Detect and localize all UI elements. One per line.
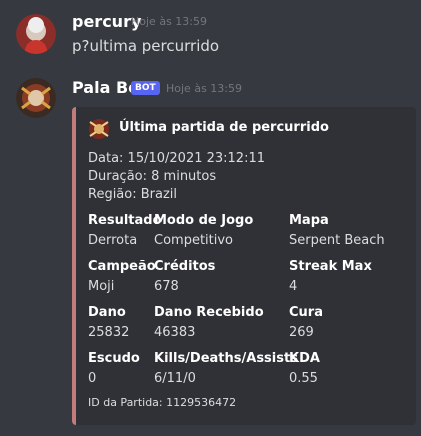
field-name-streak-max: Streak Max [289, 259, 372, 274]
embed-footer: ID da Partida: 1129536472 [88, 396, 237, 409]
user-avatar-icon[interactable] [16, 14, 56, 54]
match-date: Data: 15/10/2021 23:12:11 [88, 151, 265, 166]
bot-badge: BOT [131, 81, 160, 95]
field-name-kda-stats: Kills/Deaths/Assists [154, 351, 298, 366]
field-name-map: Mapa [289, 213, 329, 228]
field-value-game-mode: Competitivo [154, 233, 234, 248]
field-value-shield: 0 [88, 371, 97, 386]
field-name-result: Resultado [88, 213, 162, 228]
field-name-damage: Dano [88, 305, 126, 320]
embed-accent-bar [72, 107, 76, 425]
field-name-game-mode: Modo de Jogo [154, 213, 254, 228]
message-content: p?ultima percurrido [72, 37, 220, 55]
match-duration: Duração: 8 minutos [88, 169, 217, 184]
field-name-champion: Campeão [88, 259, 156, 274]
field-name-healing: Cura [289, 305, 323, 320]
field-name-damage-taken: Dano Recebido [154, 305, 264, 320]
field-value-healing: 269 [289, 325, 314, 340]
field-value-champion: Moji [88, 279, 115, 294]
field-value-damage: 25832 [88, 325, 130, 340]
paladins-emblem-icon [88, 118, 110, 140]
field-name-kda: KDA [289, 351, 320, 366]
field-value-kda: 0.55 [289, 371, 318, 386]
field-value-credits: 678 [154, 279, 179, 294]
match-region: Região: Brazil [88, 187, 178, 202]
embed-title[interactable]: Última partida de percurrido [119, 119, 329, 137]
field-value-damage-taken: 46383 [154, 325, 196, 340]
field-value-streak-max: 4 [289, 279, 298, 294]
message-timestamp: Hoje às 13:59 [131, 15, 207, 28]
message-timestamp: Hoje às 13:59 [166, 82, 242, 95]
field-name-shield: Escudo [88, 351, 140, 366]
field-value-kda-stats: 6/11/0 [154, 371, 196, 386]
bot-avatar-icon[interactable] [16, 78, 56, 118]
field-name-credits: Créditos [154, 259, 216, 274]
field-value-map: Serpent Beach [289, 233, 385, 248]
field-value-result: Derrota [88, 233, 138, 248]
match-embed: Última partida de percurrido Data: 15/10… [72, 107, 416, 425]
